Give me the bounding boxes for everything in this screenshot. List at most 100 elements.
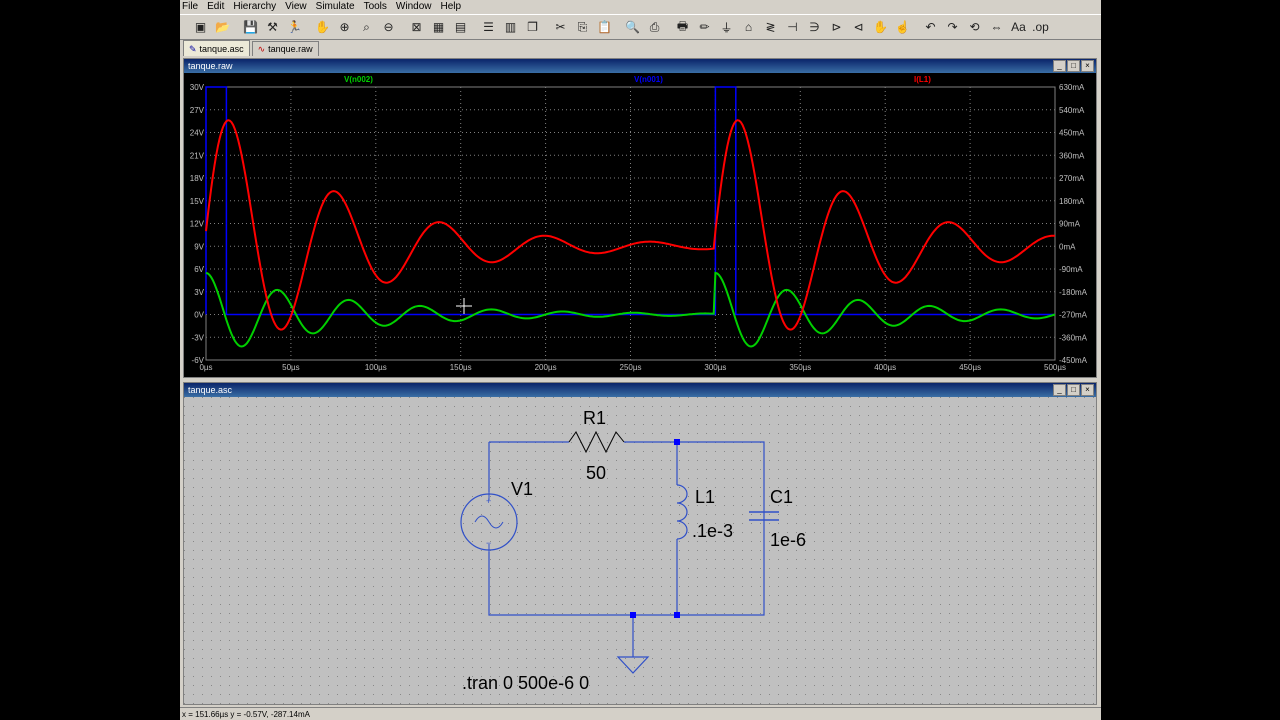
- zoom-in-icon[interactable]: ⊕: [334, 17, 355, 38]
- menu-hierarchy[interactable]: Hierarchy: [233, 0, 276, 14]
- window-title: tanque.raw: [188, 61, 233, 71]
- tab-label: tanque.asc: [199, 43, 244, 54]
- status-bar: x = 151.66µs y = -0.57V, -287.14mA: [180, 707, 1101, 720]
- print-setup-icon[interactable]: ⎙: [644, 17, 665, 38]
- tab-label: tanque.raw: [268, 44, 313, 54]
- control-panel-icon[interactable]: ⚒: [262, 17, 283, 38]
- print-icon[interactable]: 🖶: [672, 17, 693, 38]
- mirror-icon[interactable]: ⇔: [986, 17, 1007, 38]
- legend-vn002[interactable]: V(n002): [344, 75, 373, 84]
- cut-icon[interactable]: ✂: [550, 17, 571, 38]
- y-right-tick-label: 540mA: [1059, 106, 1085, 115]
- toolbar: ▣ 📂 💾 ⚒ 🏃 ✋ ⊕ ⌕ ⊖ ⊠ ▦ ▤ ☰ ▥ ❐ ✂ ⎘ 📋 🔍 ⎙ 🖶 ✏ ⏚ ⌂ ≷ ⊣ ∋ ⊳ ⊲ ✋ ☝ ↶ ↷ ⟲ ⇔ Aa .op: [180, 14, 1101, 40]
- redo-icon[interactable]: ↷: [942, 17, 963, 38]
- halt-icon[interactable]: ✋: [312, 17, 333, 38]
- y-left-tick-label: 9V: [194, 242, 204, 251]
- menu-help[interactable]: Help: [441, 0, 462, 14]
- schematic-window-titlebar: tanque.asc _ □ ×: [184, 383, 1096, 397]
- x-tick-label: 50µs: [282, 363, 300, 372]
- resistor-icon[interactable]: ≷: [760, 17, 781, 38]
- autoscale-icon[interactable]: ▦: [428, 17, 449, 38]
- c1-name-label[interactable]: C1: [770, 487, 793, 507]
- label-net-icon[interactable]: ⌂: [738, 17, 759, 38]
- y-right-tick-label: 90mA: [1059, 220, 1081, 229]
- waveform-window: tanque.raw _ □ × V(n002) V(n001) I(L1) 30V…: [183, 58, 1097, 378]
- close-button[interactable]: ×: [1081, 60, 1094, 72]
- new-schematic-icon[interactable]: ▣: [190, 17, 211, 38]
- capacitor-icon[interactable]: ⊣: [782, 17, 803, 38]
- x-tick-label: 0µs: [199, 363, 212, 372]
- c1-value-label[interactable]: 1e-6: [770, 530, 806, 550]
- menu-window[interactable]: Window: [396, 0, 432, 14]
- y-left-tick-label: -3V: [192, 333, 205, 342]
- inductor-icon[interactable]: ∋: [804, 17, 825, 38]
- v1-name-label[interactable]: V1: [511, 479, 533, 499]
- schematic-window: tanque.asc _ □ × + − R1 50 V1 L1 .1e-3 C…: [183, 382, 1097, 705]
- cascade-icon[interactable]: ❐: [522, 17, 543, 38]
- drag-icon[interactable]: ☝: [892, 17, 913, 38]
- y-right-tick-label: -180mA: [1059, 288, 1088, 297]
- l1-name-label[interactable]: L1: [695, 487, 715, 507]
- legend-il1[interactable]: I(L1): [914, 75, 931, 84]
- component-icon[interactable]: ⊲: [848, 17, 869, 38]
- toolbar-separator: [914, 17, 919, 38]
- menu-tools[interactable]: Tools: [364, 0, 387, 14]
- menu-file[interactable]: File: [182, 0, 198, 14]
- y-left-tick-label: 3V: [194, 288, 204, 297]
- tab-tanque-raw[interactable]: ∿ tanque.raw: [251, 41, 319, 56]
- draw-wire-icon[interactable]: ✏: [694, 17, 715, 38]
- minimize-button[interactable]: _: [1053, 60, 1066, 72]
- toolbar-separator: [666, 17, 671, 38]
- ltspice-window: File Edit Hierarchy View Simulate Tools Window…: [180, 0, 1101, 720]
- menu-view[interactable]: View: [285, 0, 307, 14]
- y-right-tick-label: 360mA: [1059, 151, 1085, 160]
- menu-simulate[interactable]: Simulate: [316, 0, 355, 14]
- maximize-button[interactable]: □: [1067, 60, 1080, 72]
- l1-value-label[interactable]: .1e-3: [692, 521, 733, 541]
- tab-tanque-asc[interactable]: ✎ tanque.asc: [183, 40, 250, 56]
- y-left-tick-label: 24V: [190, 129, 205, 138]
- diode-icon[interactable]: ⊳: [826, 17, 847, 38]
- svg-text:+: +: [486, 496, 491, 506]
- undo-icon[interactable]: ↶: [920, 17, 941, 38]
- y-left-tick-label: 27V: [190, 106, 205, 115]
- spice-directive-icon[interactable]: .op: [1030, 17, 1051, 38]
- zoom-out-icon[interactable]: ⊖: [378, 17, 399, 38]
- x-tick-label: 150µs: [450, 363, 472, 372]
- r1-name-label[interactable]: R1: [583, 408, 606, 428]
- minimize-button[interactable]: _: [1053, 384, 1066, 396]
- zoom-fit-icon[interactable]: ⊠: [406, 17, 427, 38]
- maximize-button[interactable]: □: [1067, 384, 1080, 396]
- paste-icon[interactable]: 📋: [594, 17, 615, 38]
- crosshair-cursor: [456, 298, 472, 314]
- menu-edit[interactable]: Edit: [207, 0, 224, 14]
- copy-icon[interactable]: ⎘: [572, 17, 593, 38]
- find-icon[interactable]: 🔍: [622, 17, 643, 38]
- y-right-tick-label: 270mA: [1059, 174, 1085, 183]
- move-icon[interactable]: ✋: [870, 17, 891, 38]
- schematic-canvas[interactable]: + − R1 50 V1 L1 .1e-3 C1 1e-6 .tran 0 50…: [184, 397, 1096, 704]
- r1-value-label[interactable]: 50: [586, 463, 606, 483]
- tile-vertical-icon[interactable]: ▥: [500, 17, 521, 38]
- open-icon[interactable]: 📂: [212, 17, 233, 38]
- ground-icon[interactable]: ⏚: [716, 17, 737, 38]
- rotate-icon[interactable]: ⟲: [964, 17, 985, 38]
- y-left-tick-label: 18V: [190, 174, 205, 183]
- text-icon[interactable]: Aa: [1008, 17, 1029, 38]
- y-left-tick-label: 6V: [194, 265, 204, 274]
- x-tick-label: 300µs: [704, 363, 726, 372]
- y-right-tick-label: -90mA: [1059, 265, 1083, 274]
- save-icon[interactable]: 💾: [240, 17, 261, 38]
- y-left-tick-label: 12V: [190, 220, 205, 229]
- spice-directive[interactable]: .tran 0 500e-6 0: [462, 673, 589, 693]
- waveform-plot[interactable]: V(n002) V(n001) I(L1) 30V 27V 24V 21V 18V 15V 12…: [184, 73, 1096, 377]
- toolbar-separator: [306, 17, 311, 38]
- run-icon[interactable]: 🏃: [284, 17, 305, 38]
- tile-horizontal-icon[interactable]: ☰: [478, 17, 499, 38]
- waveform-window-titlebar: tanque.raw _ □ ×: [184, 59, 1096, 73]
- close-button[interactable]: ×: [1081, 384, 1094, 396]
- view-icon[interactable]: ▤: [450, 17, 471, 38]
- legend-vn001[interactable]: V(n001): [634, 75, 663, 84]
- zoom-rect-icon[interactable]: ⌕: [356, 17, 377, 38]
- toolbar-separator: [544, 17, 549, 38]
